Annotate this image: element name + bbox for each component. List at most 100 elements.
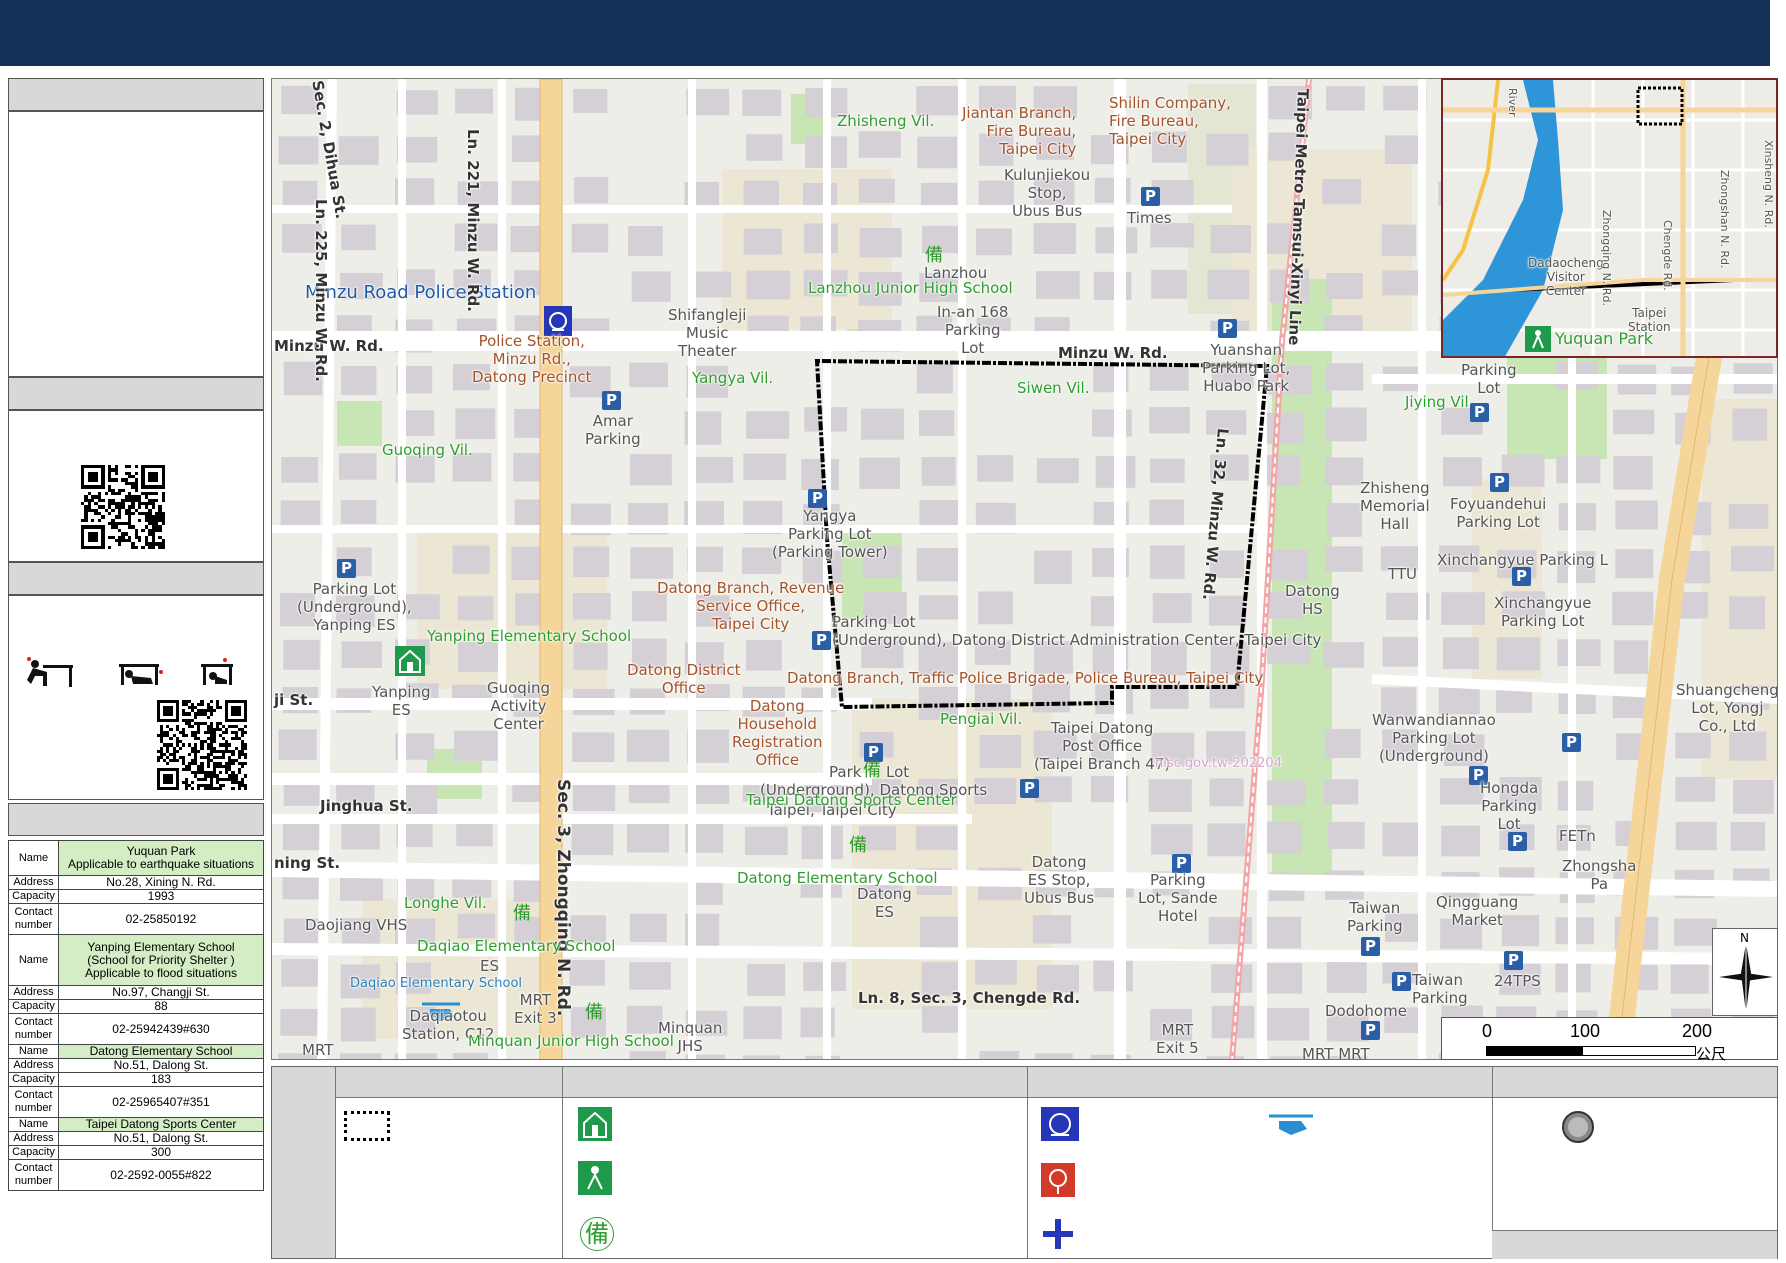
qr-code-1[interactable] <box>81 465 165 549</box>
park-evacuation-icon[interactable] <box>1525 326 1551 352</box>
reserve-icon[interactable]: 備 <box>582 1001 606 1025</box>
legend-divider <box>335 1067 336 1258</box>
parking-icon[interactable]: P <box>1470 403 1489 422</box>
building-block <box>1034 1053 1073 1059</box>
building-block <box>278 136 319 165</box>
parking-icon[interactable]: P <box>1218 319 1237 338</box>
building-block <box>1325 457 1364 486</box>
building-block <box>455 88 494 114</box>
parking-icon[interactable]: P <box>808 489 827 508</box>
building-block <box>1325 546 1363 572</box>
building-block <box>1326 961 1367 994</box>
building-block <box>1324 729 1361 759</box>
shelter-name-cell: Yuquan Park Applicable to earthquake situ… <box>58 840 264 876</box>
building-block <box>689 457 734 483</box>
building-block <box>457 596 494 621</box>
building-block <box>1264 916 1302 949</box>
parking-label: Xinchangyue Parking Lot <box>1494 594 1592 630</box>
parking-icon[interactable]: P <box>602 391 621 410</box>
parking-icon[interactable]: P <box>1361 1021 1380 1040</box>
building-block <box>338 136 379 165</box>
building-block <box>917 136 958 169</box>
school-short-label: Yanping ES <box>372 683 431 719</box>
inset-map[interactable]: Dadaocheng Visitor Center Taipei Station Yu… <box>1441 78 1778 358</box>
building-block <box>1327 821 1365 850</box>
parking-label: Taiwan Parking <box>1412 971 1468 1007</box>
building-block <box>1732 408 1768 441</box>
road-label: Jinghua St. <box>320 797 413 815</box>
parking-icon[interactable]: P <box>1504 951 1523 970</box>
building-block <box>1441 825 1481 857</box>
parking-label: Amar Parking <box>585 412 641 448</box>
reserve-icon[interactable]: 備 <box>510 902 534 926</box>
road-label: Ln. 8, Sec. 3, Chengde Rd. <box>858 989 1081 1007</box>
building-block <box>803 223 839 254</box>
inset-label: Zhongqing N. Rd. <box>1600 210 1613 307</box>
name-key: Name <box>8 1117 59 1132</box>
helicopter-icon <box>1269 1114 1313 1135</box>
mrt-label: MRT Exit 5 <box>1156 1021 1199 1057</box>
table-row: Name Yuquan Park Applicable to earthquake… <box>8 840 264 876</box>
school-short-label: Minquan JHS <box>658 1019 723 1055</box>
school-label: Lanzhou Junior High School <box>808 279 1013 297</box>
contact-cell: 02-25942439#630 <box>58 1013 264 1045</box>
shelter-icon[interactable] <box>395 646 425 676</box>
building-block <box>916 86 959 116</box>
building-block <box>743 180 779 205</box>
building-block <box>859 227 902 258</box>
parking-icon[interactable]: P <box>1141 187 1160 206</box>
parking-icon[interactable]: P <box>1512 567 1531 586</box>
address-cell: No.51, Dalong St. <box>58 1058 264 1073</box>
table-row: Contact number 02-25942439#630 <box>8 1013 264 1045</box>
building-block <box>744 826 788 856</box>
building-block <box>1442 457 1482 487</box>
qr-code-2[interactable] <box>157 700 247 790</box>
watermark: nlsc.gov.tw-202204 <box>1155 756 1282 771</box>
building-block <box>573 88 608 114</box>
building-block <box>743 453 787 480</box>
parking-icon[interactable]: P <box>1392 972 1411 991</box>
reserve-icon[interactable]: 備 <box>846 834 870 858</box>
building-block <box>283 823 322 851</box>
building-block <box>858 131 901 158</box>
reserve-icon[interactable]: 備 <box>860 759 884 783</box>
poi-label: Times <box>1127 209 1172 227</box>
building-block <box>1381 224 1416 257</box>
building-block <box>979 734 1022 769</box>
legend-divider <box>1027 1067 1028 1258</box>
building-block <box>919 916 962 948</box>
contact-cell: 02-25850192 <box>58 903 264 935</box>
building-block <box>572 732 615 762</box>
parking-icon[interactable]: P <box>1490 473 1509 492</box>
bus-stop-label: Datong ES Stop, Ubus Bus <box>1024 853 1095 907</box>
name-key: Name <box>8 1044 59 1059</box>
inset-label: Chengde Rd. <box>1661 220 1674 291</box>
building-block <box>975 228 1012 256</box>
building-block <box>743 228 783 255</box>
building-block <box>454 730 498 761</box>
ambulance-icon <box>1043 1219 1073 1249</box>
parking-icon[interactable]: P <box>812 631 831 650</box>
building-block <box>1556 456 1601 484</box>
legend-footer <box>1492 1230 1777 1259</box>
building-block <box>573 642 608 670</box>
compass-n: N <box>1740 931 1749 945</box>
school-label: Daqiao Elementary School <box>417 937 616 955</box>
parking-icon[interactable]: P <box>337 559 356 578</box>
building-block <box>921 456 956 486</box>
building-block <box>457 913 496 939</box>
scale-tick: 200 <box>1682 1021 1713 1041</box>
poi-label: Guoqing Activity Center <box>487 679 551 733</box>
legend-header <box>272 1067 1777 1098</box>
parking-icon[interactable]: P <box>1361 937 1380 956</box>
building-block <box>280 1009 322 1036</box>
parking-icon[interactable]: P <box>1020 779 1039 798</box>
table-row: Name Taipei Datong Sports Center <box>8 1117 264 1132</box>
contact-key: Contact number <box>8 1013 59 1045</box>
building-block <box>1033 550 1072 584</box>
table-row: Capacity 183 <box>8 1072 264 1087</box>
parking-icon[interactable]: P <box>1562 733 1581 752</box>
name-key: Name <box>8 934 59 986</box>
parking-icon[interactable]: P <box>1508 832 1527 851</box>
office-label: Datong District Office <box>627 661 741 697</box>
